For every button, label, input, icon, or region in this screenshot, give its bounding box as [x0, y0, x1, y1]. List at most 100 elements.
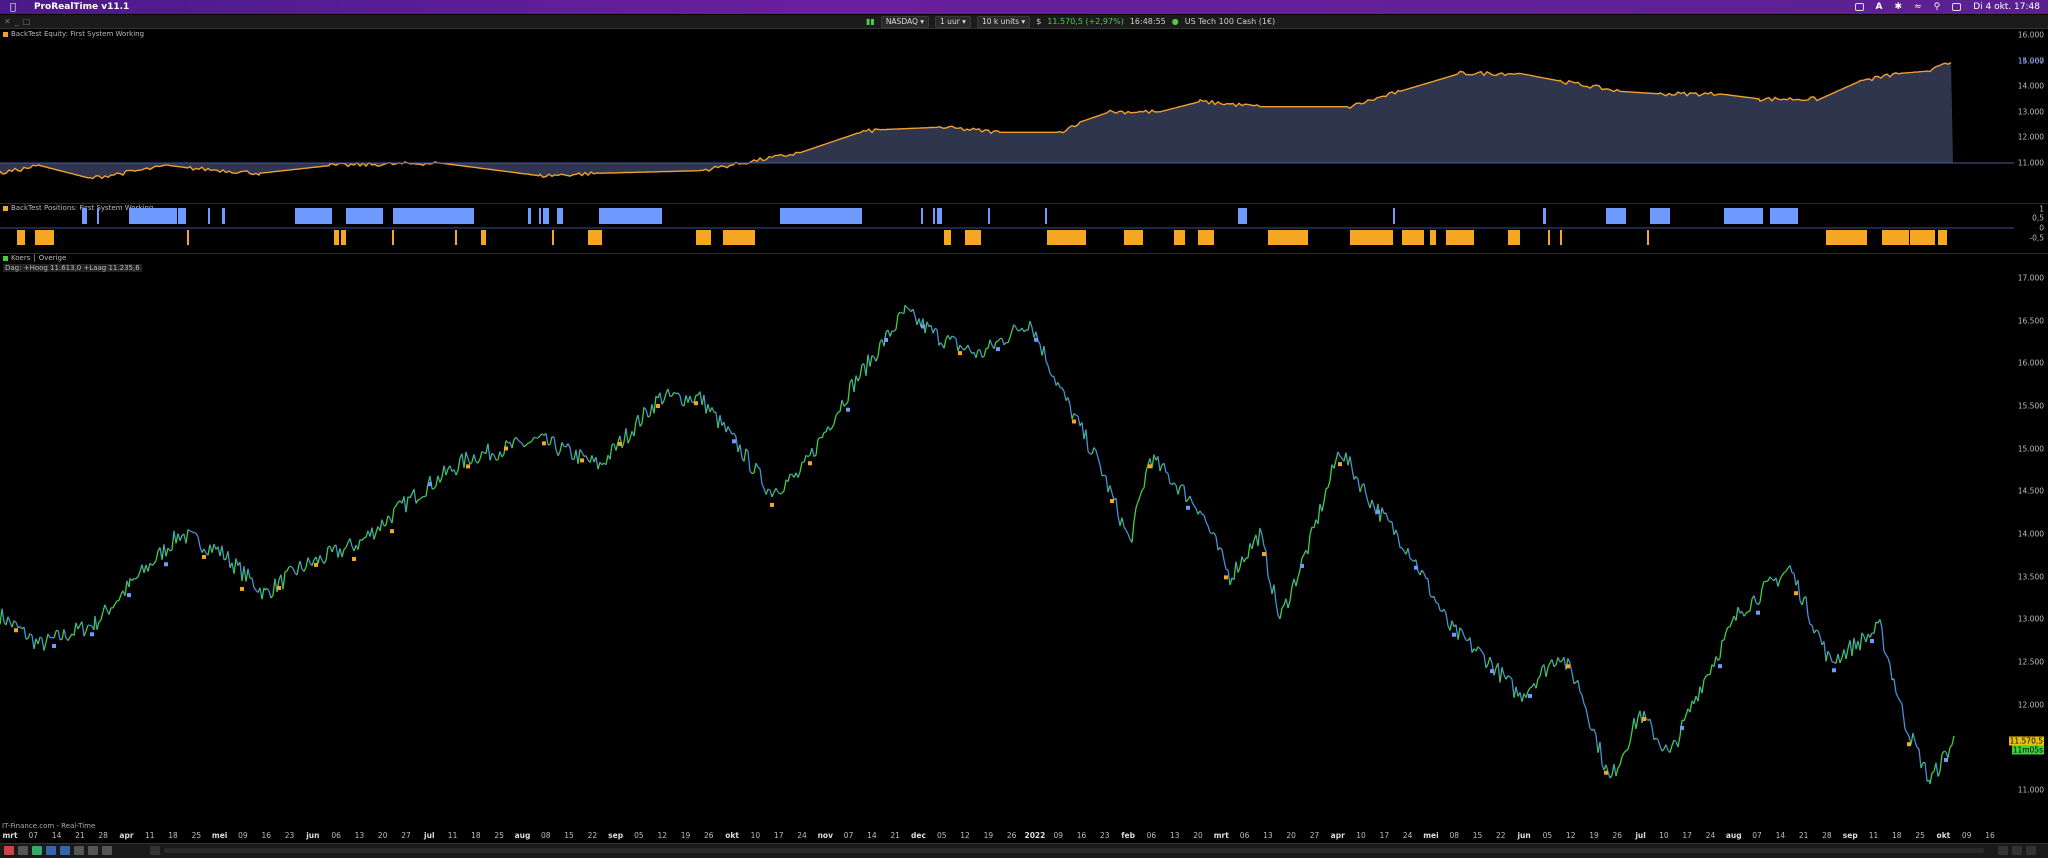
timeframe-select[interactable]: 1 uur ▾ — [935, 16, 971, 28]
trade-marker[interactable] — [694, 401, 698, 405]
trade-marker[interactable] — [1756, 611, 1760, 615]
scroll-left-icon[interactable] — [150, 846, 160, 855]
long-position-bar[interactable] — [780, 208, 818, 224]
long-position-bar[interactable] — [97, 208, 99, 224]
trade-marker[interactable] — [1034, 338, 1038, 342]
short-position-bar[interactable] — [1560, 230, 1562, 245]
long-position-bar[interactable] — [346, 208, 383, 224]
trade-marker[interactable] — [352, 557, 356, 561]
trade-marker[interactable] — [958, 351, 962, 355]
trade-marker[interactable] — [202, 555, 206, 559]
short-position-bar[interactable] — [1446, 230, 1474, 245]
long-position-bar[interactable] — [222, 208, 225, 224]
trade-marker[interactable] — [1376, 510, 1380, 514]
long-position-bar[interactable] — [1650, 208, 1670, 224]
grid-icon[interactable] — [74, 846, 84, 855]
long-position-bar[interactable] — [921, 208, 923, 224]
short-position-bar[interactable] — [1198, 230, 1214, 245]
trade-marker[interactable] — [1680, 726, 1684, 730]
short-position-bar[interactable] — [1647, 230, 1649, 245]
short-position-bar[interactable] — [1882, 230, 1909, 245]
long-position-bar[interactable] — [539, 208, 541, 224]
trade-marker[interactable] — [1794, 591, 1798, 595]
trade-marker[interactable] — [656, 404, 660, 408]
short-position-bar[interactable] — [1910, 230, 1935, 245]
positions-pane[interactable]: BackTest Positions: First System Working — [0, 204, 2014, 252]
long-position-bar[interactable] — [933, 208, 935, 224]
long-position-bar[interactable] — [813, 208, 862, 224]
short-position-bar[interactable] — [696, 230, 711, 245]
short-position-bar[interactable] — [1047, 230, 1086, 245]
price-pane[interactable]: Koers | Overige Dag: +Hoog 11.613,0 +Laa… — [0, 254, 2014, 828]
short-position-bar[interactable] — [392, 230, 394, 245]
detach-icon[interactable]: □ — [23, 17, 31, 26]
trade-marker[interactable] — [1300, 564, 1304, 568]
equity-chart[interactable] — [0, 29, 2014, 191]
trade-marker[interactable] — [504, 446, 508, 450]
trade-marker[interactable] — [770, 503, 774, 507]
trade-marker[interactable] — [1072, 419, 1076, 423]
short-position-bar[interactable] — [1124, 230, 1143, 245]
apple-icon[interactable]:  — [10, 2, 20, 13]
close-icon[interactable]: ✕ — [4, 17, 11, 26]
battery-icon[interactable] — [1855, 3, 1864, 11]
equity-axis[interactable]: 16.00015.00014.00013.00012.00011.00014.9… — [2014, 29, 2048, 191]
long-position-bar[interactable] — [208, 208, 210, 224]
trade-marker[interactable] — [1262, 552, 1266, 556]
print-icon[interactable] — [102, 846, 112, 855]
long-position-bar[interactable] — [1724, 208, 1763, 224]
long-position-bar[interactable] — [988, 208, 990, 224]
short-position-bar[interactable] — [17, 230, 25, 245]
trade-marker[interactable] — [466, 464, 470, 468]
short-position-bar[interactable] — [1852, 230, 1867, 245]
trade-marker[interactable] — [1642, 717, 1646, 721]
chart-type-icon[interactable]: ▮▮ — [866, 17, 875, 26]
price-axis[interactable]: 17.00016.50016.00015.50015.00014.50014.0… — [2014, 254, 2048, 828]
instrument-name[interactable]: US Tech 100 Cash (1€) — [1185, 17, 1275, 26]
time-axis[interactable]: mrt07142128apr111825mei091623jun06132027… — [0, 830, 2048, 842]
short-position-bar[interactable] — [944, 230, 951, 245]
positions-axis[interactable]: 10,50-0,5 — [2014, 204, 2048, 252]
units-select[interactable]: 10 k units ▾ — [977, 16, 1030, 28]
short-position-bar[interactable] — [481, 230, 486, 245]
long-position-bar[interactable] — [937, 208, 942, 224]
short-position-bar[interactable] — [187, 230, 189, 245]
control-center-icon[interactable] — [1952, 3, 1961, 11]
zoom-reset-icon[interactable] — [2026, 846, 2036, 855]
equity-pane[interactable]: BackTest Equity: First System Working — [0, 29, 2014, 191]
long-position-bar[interactable] — [599, 208, 662, 224]
long-position-bar[interactable] — [178, 208, 186, 224]
trade-marker[interactable] — [1566, 664, 1570, 668]
trade-marker[interactable] — [277, 586, 281, 590]
trade-marker[interactable] — [884, 338, 888, 342]
a-icon[interactable]: A — [1876, 2, 1883, 12]
wifi-icon[interactable]: ≈ — [1914, 2, 1922, 12]
trade-marker[interactable] — [618, 442, 622, 446]
trade-marker[interactable] — [90, 632, 94, 636]
trade-marker[interactable] — [732, 439, 736, 443]
price-chart[interactable] — [0, 254, 2014, 828]
trade-marker[interactable] — [1452, 633, 1456, 637]
short-position-bar[interactable] — [552, 230, 554, 245]
short-position-bar[interactable] — [1268, 230, 1308, 245]
trade-marker[interactable] — [846, 408, 850, 412]
long-position-bar[interactable] — [1238, 208, 1247, 224]
short-position-bar[interactable] — [1826, 230, 1852, 245]
minimize-icon[interactable]: _ — [15, 17, 19, 26]
trade-marker[interactable] — [921, 324, 925, 328]
long-position-bar[interactable] — [1393, 208, 1395, 224]
trade-marker[interactable] — [1224, 575, 1228, 579]
long-position-bar[interactable] — [543, 208, 549, 224]
trade-marker[interactable] — [1604, 771, 1608, 775]
settings-icon[interactable] — [88, 846, 98, 855]
long-position-bar[interactable] — [129, 208, 177, 224]
long-position-bar[interactable] — [393, 208, 461, 224]
long-position-bar[interactable] — [82, 208, 87, 224]
indicator-icon[interactable] — [60, 846, 70, 855]
short-position-bar[interactable] — [455, 230, 457, 245]
app-name[interactable]: ProRealTime v11.1 — [34, 2, 129, 12]
zoom-in-icon[interactable] — [1998, 846, 2008, 855]
trade-marker[interactable] — [14, 628, 18, 632]
trade-marker[interactable] — [580, 458, 584, 462]
trade-marker[interactable] — [1338, 462, 1342, 466]
